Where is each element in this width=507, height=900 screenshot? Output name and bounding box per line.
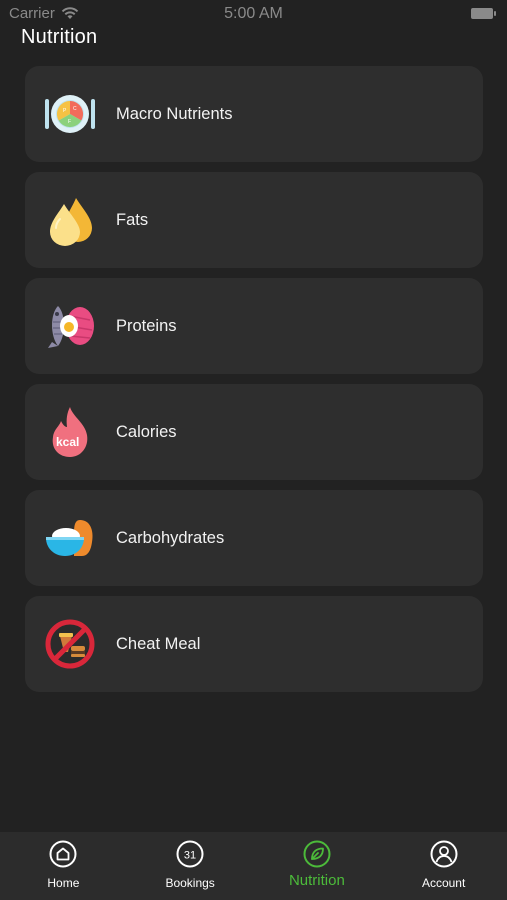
- proteins-fish-egg-icon: [44, 300, 96, 352]
- tab-bookings[interactable]: 31 Bookings: [127, 832, 254, 900]
- list-item-calories[interactable]: kcal Calories: [25, 384, 483, 480]
- tab-label: Nutrition: [288, 872, 345, 889]
- list-item-fats[interactable]: Fats: [25, 172, 483, 268]
- bottom-tab-bar: Home 31 Bookings Nutrition Account: [0, 832, 507, 900]
- status-time: 5:00 AM: [224, 5, 283, 22]
- kcal-flame-icon: kcal: [44, 406, 96, 458]
- svg-text:kcal: kcal: [56, 435, 79, 449]
- svg-text:C: C: [73, 106, 77, 112]
- tab-label: Account: [421, 876, 466, 890]
- tab-label: Home: [47, 876, 80, 890]
- tab-label: Bookings: [165, 876, 215, 890]
- list-item-label: Calories: [116, 422, 177, 441]
- carbohydrates-bowl-icon: [44, 512, 96, 564]
- no-cheat-meal-icon: [44, 618, 96, 670]
- user-circle-icon: [430, 840, 458, 868]
- list-item-label: Proteins: [116, 316, 177, 335]
- tab-home[interactable]: Home: [0, 832, 127, 900]
- page-title: Nutrition: [21, 26, 98, 48]
- fat-drops-icon: [44, 194, 96, 246]
- list-item-label: Carbohydrates: [116, 528, 225, 547]
- tab-nutrition[interactable]: Nutrition: [254, 832, 381, 900]
- nutrition-list: P C F Macro Nutrients Fats Proteins kcal…: [25, 66, 483, 702]
- list-item-label: Macro Nutrients: [116, 104, 233, 123]
- list-item-cheat-meal[interactable]: Cheat Meal: [25, 596, 483, 692]
- svg-text:F: F: [68, 119, 71, 125]
- leaf-icon: [303, 840, 331, 868]
- calendar-31-icon: 31: [176, 840, 204, 868]
- home-icon: [49, 840, 77, 868]
- list-item-macro-nutrients[interactable]: P C F Macro Nutrients: [25, 66, 483, 162]
- list-item-label: Fats: [116, 210, 149, 229]
- macro-nutrients-plate-icon: P C F: [44, 88, 96, 140]
- list-item-proteins[interactable]: Proteins: [25, 278, 483, 374]
- list-item-carbohydrates[interactable]: Carbohydrates: [25, 490, 483, 586]
- battery-icon: [471, 8, 496, 19]
- list-item-label: Cheat Meal: [116, 634, 201, 653]
- tab-account[interactable]: Account: [380, 832, 507, 900]
- svg-text:31: 31: [184, 850, 196, 862]
- status-bar: Carrier 5:00 AM: [0, 0, 507, 28]
